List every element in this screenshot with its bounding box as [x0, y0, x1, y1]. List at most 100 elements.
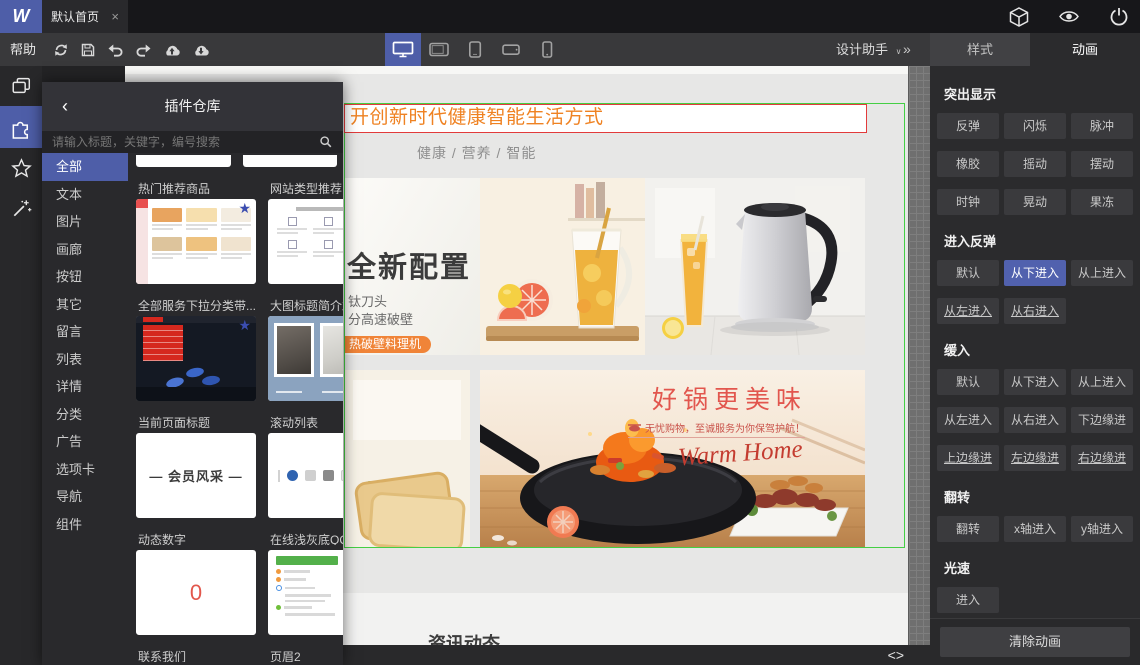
category-tabs[interactable]: 选项卡	[42, 456, 128, 484]
category-component[interactable]: 组件	[42, 511, 128, 539]
anim-option-button[interactable]: 右边缘进	[1071, 445, 1133, 471]
collapse-panel-icon[interactable]: »	[903, 33, 911, 66]
redo-icon[interactable]	[135, 42, 152, 57]
category-nav[interactable]: 导航	[42, 483, 128, 511]
anim-option-button-selected[interactable]: 从下进入	[1004, 260, 1066, 286]
deco	[268, 433, 343, 518]
toast-image[interactable]	[345, 370, 470, 548]
anim-option-button[interactable]: 从左进入	[937, 298, 999, 324]
card-thumbnail-image-slider[interactable]	[268, 316, 343, 401]
hero-tagline[interactable]: 健康 / 营养 / 智能	[417, 143, 536, 163]
design-assistant-menu[interactable]: 设计助手 ∨	[836, 33, 902, 68]
category-text[interactable]: 文本	[42, 181, 128, 209]
card-thumbnail-dropdown-menu[interactable]: ★	[136, 316, 257, 401]
anim-option-button[interactable]: 左边缘进	[1004, 445, 1066, 471]
anim-option-button[interactable]: 时钟	[937, 189, 999, 215]
tab-style[interactable]: 样式	[930, 33, 1030, 66]
anim-option-button[interactable]: y轴进入	[1071, 516, 1133, 542]
product-banner[interactable]: 全新配置 钛刀头 分高速破壁 热破壁料理机	[345, 178, 865, 355]
wok-banner[interactable]: 好锅更美味 无忧购物，至诚服务为你保驾护航！ Warm Home	[480, 370, 865, 548]
device-tablet-portrait-button[interactable]	[457, 33, 493, 66]
anim-option-button[interactable]: 摆动	[1071, 151, 1133, 177]
anim-option-button[interactable]: 从右进入	[1004, 298, 1066, 324]
anim-option-button[interactable]: 摇动	[1004, 151, 1066, 177]
anim-option-button[interactable]: 晃动	[1004, 189, 1066, 215]
tab-close-icon[interactable]: ×	[111, 9, 119, 24]
card-title: 网站类型推荐	[270, 182, 343, 194]
preview-eye-icon[interactable]	[1058, 7, 1080, 26]
anim-option-button[interactable]: 果冻	[1071, 189, 1133, 215]
anim-option-button[interactable]: 翻转	[937, 516, 999, 542]
banner-feature-1: 钛刀头	[348, 294, 388, 309]
partial-card[interactable]	[242, 155, 337, 167]
anim-option-button[interactable]: 从上进入	[1071, 260, 1133, 286]
anim-option-button[interactable]: 下边缘进	[1071, 407, 1133, 433]
sidebar-favorites-button[interactable]	[0, 148, 42, 188]
anim-option-button[interactable]: 进入	[937, 587, 999, 613]
save-icon[interactable]	[80, 42, 96, 58]
partial-card[interactable]	[136, 155, 231, 167]
anim-option-button[interactable]: 从左进入	[937, 407, 999, 433]
favorite-star-icon[interactable]: ★	[238, 318, 251, 332]
category-other[interactable]: 其它	[42, 291, 128, 319]
card-title: 滚动列表	[270, 416, 319, 428]
power-exit-icon[interactable]	[1108, 6, 1130, 28]
refresh-icon[interactable]	[53, 42, 69, 58]
app-logo[interactable]: W	[0, 0, 42, 33]
device-tablet-landscape-button[interactable]	[421, 33, 457, 66]
category-all[interactable]: 全部	[42, 153, 128, 181]
category-detail[interactable]: 详情	[42, 373, 128, 401]
anim-option-button[interactable]: 从右进入	[1004, 407, 1066, 433]
favorite-star-icon[interactable]: ★	[238, 201, 251, 215]
category-button[interactable]: 按钮	[42, 263, 128, 291]
page-tab[interactable]: 默认首页 ×	[42, 0, 128, 33]
category-list[interactable]: 列表	[42, 346, 128, 374]
device-phone-portrait-button[interactable]	[529, 33, 565, 66]
tab-animation[interactable]: 动画	[1030, 33, 1140, 66]
anim-option-button[interactable]: 从上进入	[1071, 369, 1133, 395]
card-thumbnail-hot-products[interactable]: ★	[136, 199, 257, 284]
anim-option-button[interactable]: x轴进入	[1004, 516, 1066, 542]
anim-option-button[interactable]: 从下进入	[1004, 369, 1066, 395]
animation-panel: 突出显示 反弹 闪烁 脉冲 橡胶 摇动 摆动 时钟 晃动 果冻 进入反弹 默认 …	[930, 66, 1140, 665]
anim-option-button[interactable]: 闪烁	[1004, 113, 1066, 139]
device-phone-landscape-button[interactable]	[493, 33, 529, 66]
anim-option-button[interactable]: 脉冲	[1071, 113, 1133, 139]
sidebar-pages-button[interactable]	[0, 66, 42, 106]
anim-option-button[interactable]: 默认	[937, 369, 999, 395]
clear-animation-bar: 清除动画	[930, 618, 1140, 665]
device-desktop-button[interactable]	[385, 33, 421, 66]
preview-3d-icon[interactable]	[1008, 6, 1030, 28]
sidebar-plugins-button[interactable]	[0, 106, 42, 148]
card-thumbnail-site-types[interactable]: ★	[268, 199, 343, 284]
deco	[268, 217, 343, 257]
search-icon[interactable]	[319, 135, 333, 149]
anim-option-button[interactable]: 默认	[937, 260, 999, 286]
anim-option-button[interactable]: 反弹	[937, 113, 999, 139]
code-view-icon[interactable]: <>	[888, 647, 904, 663]
card-thumbnail-logo-scroll[interactable]: ★	[268, 433, 343, 518]
back-chevron-icon[interactable]: ‹	[62, 82, 68, 131]
category-gallery[interactable]: 画廊	[42, 236, 128, 264]
card-thumbnail-page-title[interactable]: — 会员风采 —	[136, 433, 257, 518]
category-message[interactable]: 留言	[42, 318, 128, 346]
card-title: 热门推荐商品	[138, 182, 211, 194]
plugin-card-cell: 在线浅灰底QQ客服	[268, 531, 343, 635]
sidebar-wizard-button[interactable]	[0, 188, 42, 228]
clear-animation-button[interactable]: 清除动画	[940, 627, 1130, 657]
plugin-panel-title: 插件仓库	[164, 98, 221, 114]
hero-title-box[interactable]: 开创新时代健康智能生活方式	[344, 104, 867, 133]
cloud-download-icon[interactable]	[192, 42, 210, 57]
news-heading[interactable]: 资讯动态	[428, 630, 500, 645]
cloud-upload-icon[interactable]	[163, 42, 181, 57]
category-ad[interactable]: 广告	[42, 428, 128, 456]
category-image[interactable]: 图片	[42, 208, 128, 236]
category-classify[interactable]: 分类	[42, 401, 128, 429]
search-input[interactable]	[42, 131, 312, 153]
help-menu[interactable]: 帮助	[10, 33, 36, 66]
card-thumbnail-dynamic-number[interactable]: 0	[136, 550, 257, 635]
anim-option-button[interactable]: 上边缘进	[937, 445, 999, 471]
undo-icon[interactable]	[107, 42, 124, 57]
anim-option-button[interactable]: 橡胶	[937, 151, 999, 177]
card-thumbnail-qq-service[interactable]	[268, 550, 343, 635]
